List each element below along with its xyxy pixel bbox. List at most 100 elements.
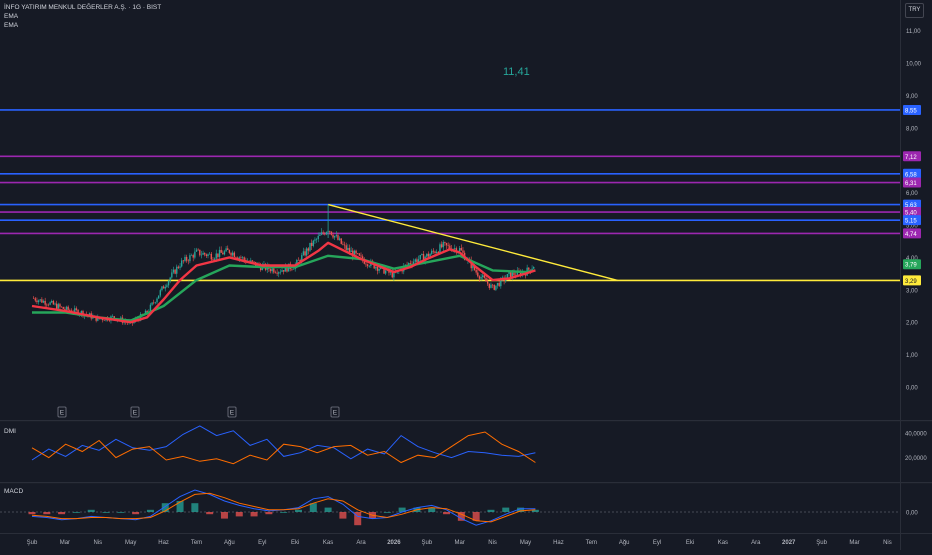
time-tick-label: Şub [27,540,38,546]
candle-body [440,244,443,248]
time-tick-label: Eki [291,540,299,546]
candle-body [342,243,344,245]
candle-body [39,299,41,301]
candle-body [360,255,362,257]
macd-histogram-bar [102,512,110,513]
price-tick-label: 2,00 [906,321,918,327]
candle-body [189,255,191,262]
candle-body [454,248,456,250]
candle-body [348,247,351,252]
macd-histogram-bar [146,509,154,512]
candle-body [435,251,438,254]
candle-body [41,299,43,303]
candle-body [222,252,224,255]
pane-separator-macd [0,482,932,484]
macd-histogram-bar [502,507,510,512]
candle-body [409,263,412,264]
candle-body [190,255,193,256]
candle-body [375,267,377,269]
earnings-marker-label: E [60,410,65,417]
price-level-tag-label: 3,29 [905,279,917,285]
candle-body [368,265,370,267]
candle-body [337,235,339,240]
candle-body [460,248,463,251]
candle-body [157,295,160,299]
candle-body [223,251,226,255]
time-tick-label: Haz [158,540,169,546]
candle-body [225,248,227,252]
candle-body [54,303,56,305]
candle-body [333,235,336,238]
dmi-orange-line[interactable] [31,431,536,465]
last-price-tag-label: 3,79 [905,263,917,269]
candle-body [36,300,38,303]
candle-body [429,253,431,257]
macd-histogram-bar [191,503,199,512]
candle-body [169,277,171,281]
candle-body [355,250,357,254]
candle-body [490,284,492,288]
macd-histogram-bar [487,509,495,512]
candle-body [44,300,46,305]
candle-body [491,284,494,286]
price-tick-label: 3,00 [906,288,918,294]
candle-body [60,306,63,308]
candle-body [153,302,155,304]
candle-body [426,253,428,257]
candle-body [159,290,162,296]
candle-body [434,251,436,254]
candle-body [205,254,208,256]
price-tick-label: 10,00 [906,62,922,68]
indicator-label-ema-1[interactable]: EMA [4,13,18,20]
currency-button[interactable]: TRY [905,3,924,18]
candle-body [347,247,349,250]
time-tick-label: Ağu [224,540,235,546]
macd-histogram-bar [117,512,125,513]
candle-body [345,245,347,250]
candle-body [279,271,282,273]
candle-body [486,281,489,284]
candle-body [52,300,55,305]
time-tick-label: 2026 [387,540,401,546]
candle-body [462,250,464,253]
candle-body [151,302,153,305]
time-tick-label: 2027 [782,540,796,546]
dmi-blue-line[interactable] [31,425,536,461]
candle-body [55,303,58,309]
macd-tick-label: 0,00 [906,511,918,517]
candle-body [325,232,328,235]
candle-body [253,261,255,263]
pane-separator-dmi [0,420,932,422]
candle-body [47,304,50,306]
macd-histogram-bar [280,512,288,513]
chart-canvas[interactable]: 0,001,002,003,004,005,006,008,009,0010,0… [0,0,932,550]
candle-body [37,300,40,303]
candle-body [498,282,500,287]
candle-body [444,242,446,244]
candle-body [177,266,180,268]
candle-body [228,249,231,253]
indicator-label-ema-2[interactable]: EMA [4,22,18,29]
candle-body [218,249,221,257]
candle-body [164,286,166,289]
candle-body [269,269,272,272]
chart-stage[interactable]: 0,00 1,00 2,00 3,00 4,00 5,00 6,00 8,00 9,00 10,0… [0,0,932,550]
candle-body [493,285,495,290]
candle-body [227,248,229,250]
earnings-marker-label: E [133,410,138,417]
price-level-tag-label: 6,58 [905,172,917,178]
macd-histogram-bar [43,512,51,515]
candle-body [75,308,78,310]
candle-body [439,244,441,253]
candle-body [528,267,530,270]
price-level-tag-label: 6,31 [905,181,917,187]
candle-body [235,257,237,258]
macd-histogram-bar [28,512,36,515]
candle-body [184,256,186,261]
time-tick-label: May [520,540,531,546]
dmi-tick-label: 40,0000 [905,432,927,438]
candle-body [210,253,213,260]
candle-body [217,253,219,257]
macd-histogram-bar [443,512,451,515]
candle-body [447,245,449,246]
